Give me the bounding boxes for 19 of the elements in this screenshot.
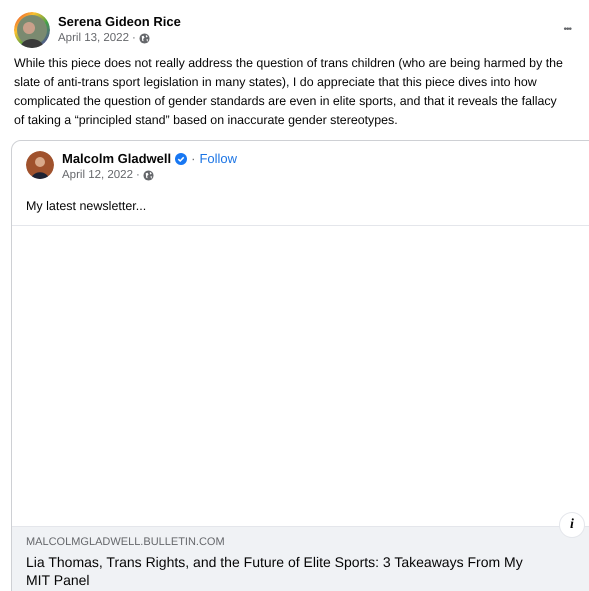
- shared-post-text: My latest newsletter...: [12, 181, 589, 226]
- author-name[interactable]: Malcolm Gladwell: [62, 151, 172, 166]
- link-title[interactable]: Lia Thomas, Trans Rights, and the Future of Elite Sports: 3 Takeaways From My MIT Panel: [26, 553, 546, 589]
- author-name[interactable]: Serena Gideon Rice: [58, 14, 552, 29]
- link-domain: MALCOLMGLADWELL.BULLETIN.COM: [26, 536, 226, 548]
- separator: ·: [136, 169, 140, 181]
- avatar[interactable]: [26, 151, 54, 179]
- post-date[interactable]: April 13, 2022: [58, 32, 129, 44]
- separator: ·: [191, 151, 196, 166]
- info-button[interactable]: i: [559, 512, 585, 538]
- follow-link[interactable]: Follow: [199, 151, 238, 166]
- avatar[interactable]: [14, 12, 50, 48]
- more-options-button[interactable]: •••: [559, 24, 575, 35]
- globe-icon: [142, 170, 154, 180]
- globe-icon: [138, 32, 150, 44]
- separator: ·: [132, 32, 136, 44]
- shared-post-card[interactable]: Malcolm Gladwell · Follow April 12, 2022 · My latest newsletter... i MALCOLMGLADWELL.BULLETIN.COM Lia Thomas, Trans Rights, and the Future of Elite Sports: 3 Takeaways From My MIT Panel: [11, 140, 589, 591]
- post-date[interactable]: April 12, 2022: [62, 169, 133, 181]
- post-text: While this piece does not really address the question of trans children (who are being harmed by the slate of anti-trans sport legislation in many states), I do appreciate that this piece dives into how complicated the question of gender standards are even in elite sports, and that it reveals the fallacy of taking a “principled stand” based on inaccurate gender stereotypes.: [13, 55, 564, 129]
